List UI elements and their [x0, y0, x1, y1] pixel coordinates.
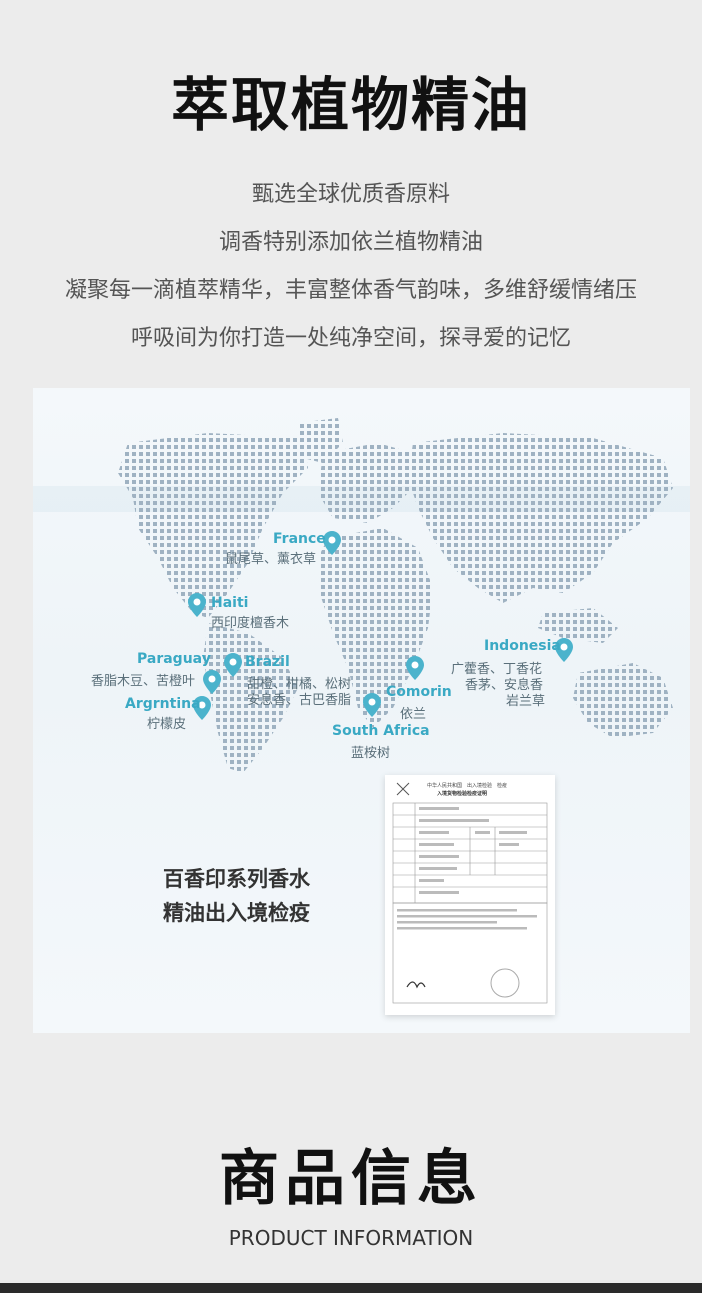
desc-line-2: 调香特别添加依兰植物精油 — [218, 230, 483, 255]
location-pin-icon — [363, 693, 381, 717]
label-paraguay: Paraguay — [137, 651, 211, 667]
desc-line-1: 甄选全球优质香原料 — [251, 182, 450, 207]
plants-brazil-2: 安息香、古巴香脂 — [247, 693, 352, 708]
product-info-title: 商品信息 — [219, 1144, 483, 1214]
section-title: 萃取植物精油 — [170, 71, 531, 139]
location-pin-icon — [203, 670, 221, 694]
label-haiti: Haiti — [211, 595, 249, 611]
plants-south-africa: 蓝桉树 — [351, 746, 391, 761]
location-pin-icon — [188, 593, 206, 617]
label-south-africa: South Africa — [332, 723, 430, 739]
label-brazil: Brazil — [245, 654, 290, 670]
desc-line-3: 凝聚每一滴植萃精华，丰富整体香气韵味，多维舒缓情绪压 — [64, 278, 637, 303]
label-france: France — [273, 531, 326, 547]
world-map-panel: France 鼠尾草、薰衣草 Haiti 西印度檀香木 Paraguay 香脂木… — [33, 388, 690, 1033]
bottom-divider-bar — [0, 1283, 702, 1293]
cert-header-2: 入境货物检验检疫证明 — [437, 790, 487, 797]
plants-argentina: 柠檬皮 — [147, 717, 187, 732]
label-comorin: Comorin — [386, 684, 452, 700]
plants-indonesia-3: 岩兰草 — [506, 694, 546, 709]
location-pin-icon — [224, 653, 242, 677]
plants-comorin: 依兰 — [400, 707, 427, 722]
label-argentina: Argrntina — [125, 696, 201, 712]
label-indonesia: Indonesia — [484, 638, 561, 654]
cert-header-1: 中华人民共和国 出入境检验 检疫 — [427, 782, 507, 789]
plants-haiti: 西印度檀香木 — [211, 616, 290, 631]
certificate-document-icon: 中华人民共和国 出入境检验 检疫 入境货物检验检疫证明 — [392, 782, 548, 1004]
plants-france: 鼠尾草、薰衣草 — [225, 552, 317, 567]
desc-line-4: 呼吸间为你打造一处纯净空间，探寻爱的记忆 — [130, 326, 571, 351]
location-pin-icon — [406, 656, 424, 680]
product-info-subtitle: PRODUCT INFORMATION — [228, 1226, 474, 1250]
plants-paraguay: 香脂木豆、苦橙叶 — [91, 674, 196, 689]
inspection-certificate: 中华人民共和国 出入境检验 检疫 入境货物检验检疫证明 — [385, 775, 555, 1015]
